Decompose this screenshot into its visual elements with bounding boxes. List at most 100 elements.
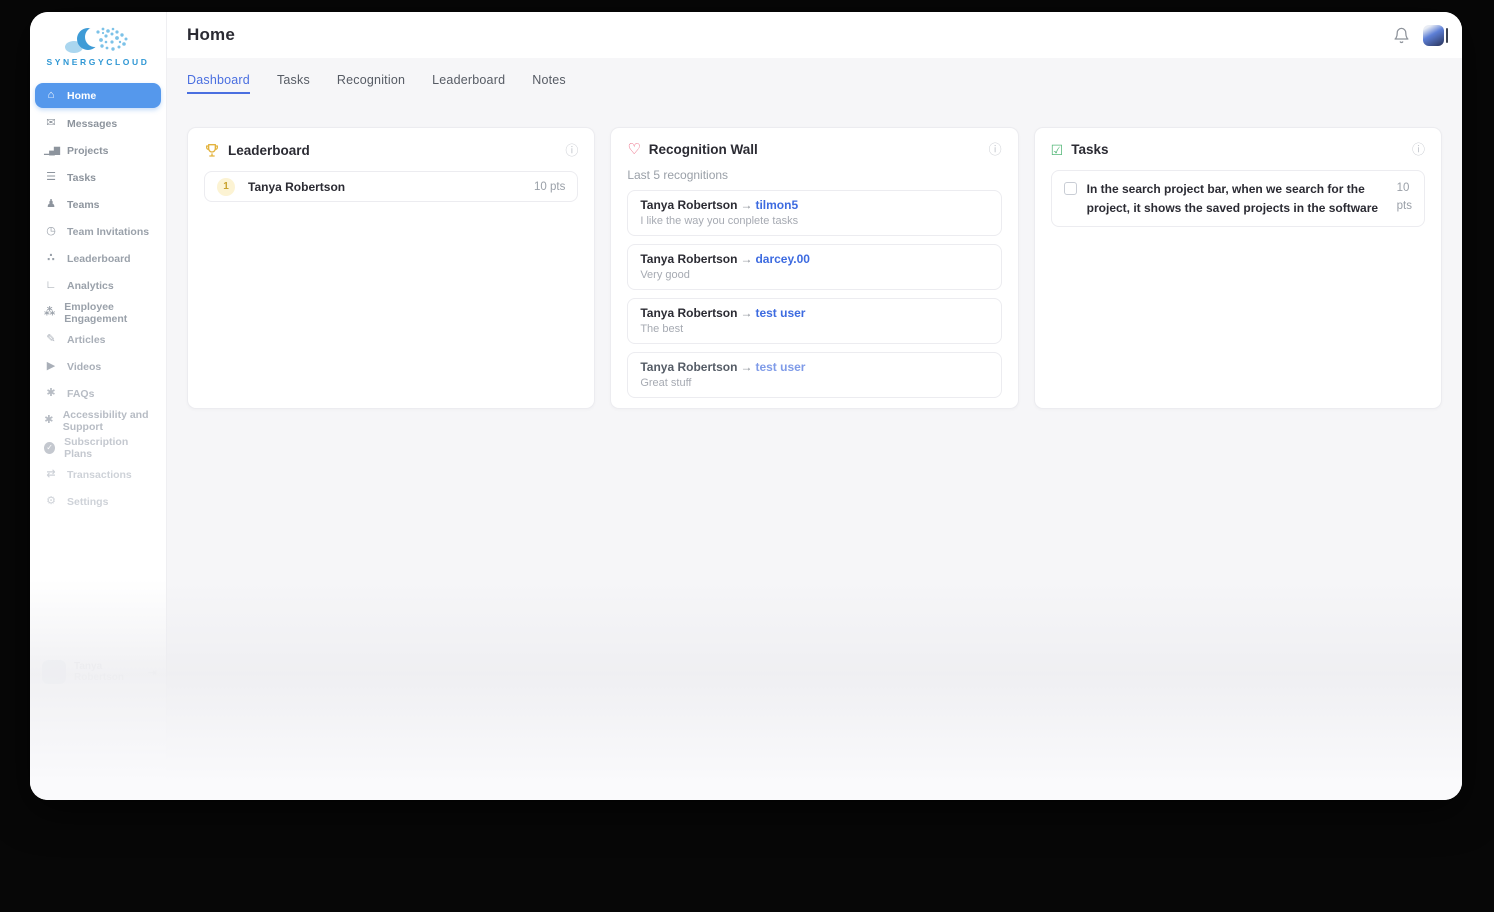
sidebar-item-teams[interactable]: ♟ Teams xyxy=(30,191,166,218)
info-icon[interactable]: ⓘ xyxy=(1412,143,1425,156)
sidebar-item-label: Analytics xyxy=(67,280,114,292)
sidebar-item-projects[interactable]: ▁▄▇ Projects xyxy=(30,137,166,164)
recognition-entry: Tanya Robertson→test user The best xyxy=(627,298,1001,344)
cloud-logo-icon xyxy=(60,22,136,56)
recognition-message: I like the way you conplete tasks xyxy=(640,215,988,227)
recognition-to-link[interactable]: test user xyxy=(755,360,805,374)
tab-tasks[interactable]: Tasks xyxy=(277,73,310,94)
logo-text: SYNERGYCLOUD xyxy=(36,57,160,67)
people-icon: ♟ xyxy=(44,199,58,210)
leaderboard-user-name: Tanya Robertson xyxy=(248,180,345,194)
sidebar-nav: ⌂ Home ✉ Messages ▁▄▇ Projects ☰ Tasks ♟… xyxy=(30,83,166,515)
recognition-from: Tanya Robertson xyxy=(640,252,737,266)
sidebar-item-faqs[interactable]: ✱ FAQs xyxy=(30,380,166,407)
tab-bar: Dashboard Tasks Recognition Leaderboard … xyxy=(167,58,1462,108)
sidebar-item-label: Tasks xyxy=(67,172,96,184)
info-icon[interactable]: ⓘ xyxy=(989,143,1002,156)
recognition-from: Tanya Robertson xyxy=(640,306,737,320)
sidebar-item-subscription-plans[interactable]: ✓ Subscription Plans xyxy=(30,434,166,461)
page-title: Home xyxy=(187,25,235,45)
task-text: In the search project bar, when we searc… xyxy=(1087,180,1387,217)
sidebar-item-label: Leaderboard xyxy=(67,253,131,265)
tab-notes[interactable]: Notes xyxy=(532,73,566,94)
task-row: In the search project bar, when we searc… xyxy=(1051,170,1425,227)
card-title: Leaderboard xyxy=(228,143,310,158)
recognition-to-link[interactable]: tilmon5 xyxy=(755,198,798,212)
sidebar-item-label: Projects xyxy=(67,145,108,157)
sidebar-item-label: Articles xyxy=(67,334,106,346)
sidebar-item-tasks[interactable]: ☰ Tasks xyxy=(30,164,166,191)
tab-recognition[interactable]: Recognition xyxy=(337,73,405,94)
tab-dashboard[interactable]: Dashboard xyxy=(187,73,250,94)
podium-icon: ∴ xyxy=(44,253,58,264)
sidebar-item-label: Transactions xyxy=(67,469,132,481)
sidebar-item-videos[interactable]: ▶ Videos xyxy=(30,353,166,380)
sidebar-item-home[interactable]: ⌂ Home xyxy=(35,83,161,108)
sidebar-item-label: Messages xyxy=(67,118,117,130)
home-icon: ⌂ xyxy=(44,90,58,101)
task-points-unit: pts xyxy=(1397,200,1412,212)
recognition-to-link[interactable]: test user xyxy=(755,306,805,320)
arrow-icon: → xyxy=(737,360,755,374)
invitation-icon: ◷ xyxy=(44,226,58,237)
accessibility-icon: ✱ xyxy=(44,415,54,426)
sidebar-item-accessibility-support[interactable]: ✱ Accessibility and Support xyxy=(30,407,166,434)
sidebar-item-leaderboard[interactable]: ∴ Leaderboard xyxy=(30,245,166,272)
card-title: Recognition Wall xyxy=(649,142,758,157)
sidebar-item-label: Teams xyxy=(67,199,100,211)
task-points-value: 10 xyxy=(1397,182,1410,194)
user-avatar[interactable] xyxy=(1423,25,1444,46)
sidebar-item-team-invitations[interactable]: ◷ Team Invitations xyxy=(30,218,166,245)
sign-out-icon[interactable]: ⇥ xyxy=(148,666,157,679)
leaderboard-row: 1 Tanya Robertson 10 pts xyxy=(204,171,578,202)
heart-icon: ♡ xyxy=(627,142,640,157)
recognition-entry: Tanya Robertson→test user Great stuff xyxy=(627,352,1001,398)
list-icon: ☰ xyxy=(44,172,58,183)
info-icon[interactable]: ⓘ xyxy=(565,144,578,157)
recognition-from: Tanya Robertson xyxy=(640,198,737,212)
task-checkbox[interactable] xyxy=(1064,182,1077,195)
leaderboard-card: Leaderboard ⓘ 1 Tanya Robertson 10 pts xyxy=(187,127,595,409)
tasks-card: ☑ Tasks ⓘ In the search project bar, whe… xyxy=(1034,127,1442,409)
arrow-icon: → xyxy=(737,252,755,266)
trophy-icon xyxy=(204,142,220,158)
recognition-entry: Tanya Robertson→darcey.00 Very good xyxy=(627,244,1001,290)
recognition-message: Very good xyxy=(640,269,988,281)
recognition-entry: Tanya Robertson→tilmon5 I like the way y… xyxy=(627,190,1001,236)
subscription-icon: ✓ xyxy=(44,442,55,454)
recognition-subtitle: Last 5 recognitions xyxy=(627,168,1001,182)
sidebar-profile[interactable]: Tanya Robertson ⇥ xyxy=(42,660,157,684)
sidebar-item-label: FAQs xyxy=(67,388,94,400)
recognition-from: Tanya Robertson xyxy=(640,360,737,374)
chat-icon: ✉ xyxy=(44,118,58,129)
sidebar-item-articles[interactable]: ✎ Articles xyxy=(30,326,166,353)
engagement-icon: ⁂ xyxy=(44,307,55,318)
main-area: Home Dashboard Tasks Recognition Leaderb… xyxy=(167,12,1462,800)
sidebar-item-employee-engagement[interactable]: ⁂ Employee Engagement xyxy=(30,299,166,326)
sidebar-item-label: Home xyxy=(67,90,96,102)
sidebar-item-label: Accessibility and Support xyxy=(63,409,152,433)
bar-chart-icon: ▁▄▇ xyxy=(44,147,58,155)
recognition-message: The best xyxy=(640,323,988,335)
recognition-to-link[interactable]: darcey.00 xyxy=(755,252,810,266)
sidebar-item-transactions[interactable]: ⇄ Transactions xyxy=(30,461,166,488)
sidebar-item-settings[interactable]: ⚙ Settings xyxy=(30,488,166,515)
profile-avatar xyxy=(42,660,66,684)
transactions-icon: ⇄ xyxy=(44,469,58,480)
logo: SYNERGYCLOUD xyxy=(30,12,166,79)
dashboard-content: Leaderboard ⓘ 1 Tanya Robertson 10 pts ♡… xyxy=(167,108,1462,800)
gear-icon: ⚙ xyxy=(44,496,58,507)
sidebar-item-messages[interactable]: ✉ Messages xyxy=(30,110,166,137)
sidebar: SYNERGYCLOUD ⌂ Home ✉ Messages ▁▄▇ Proje… xyxy=(30,12,167,800)
sidebar-item-label: Videos xyxy=(67,361,101,373)
arrow-icon: → xyxy=(737,198,755,212)
sidebar-item-analytics[interactable]: ∟ Analytics xyxy=(30,272,166,299)
top-header: Home xyxy=(167,12,1462,58)
arrow-icon: → xyxy=(737,306,755,320)
sidebar-item-label: Settings xyxy=(67,496,108,508)
notification-bell-icon[interactable] xyxy=(1393,27,1410,44)
check-square-icon: ☑ xyxy=(1051,143,1064,157)
tab-leaderboard[interactable]: Leaderboard xyxy=(432,73,505,94)
task-points: 10 pts xyxy=(1397,180,1412,216)
faq-icon: ✱ xyxy=(44,388,58,399)
